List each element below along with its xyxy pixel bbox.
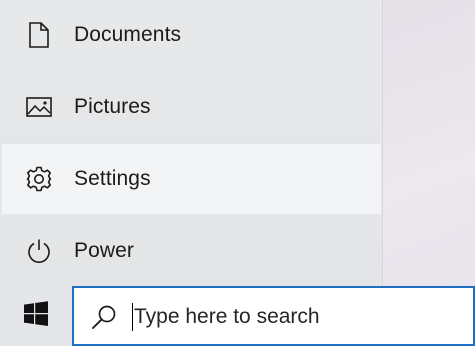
document-icon	[26, 22, 52, 48]
search-input[interactable]	[134, 300, 464, 334]
start-menu-item-label: Documents	[74, 23, 182, 46]
pictures-icon	[26, 94, 52, 120]
windows-logo-icon	[23, 300, 49, 332]
start-menu-item-settings[interactable]: Settings	[2, 144, 381, 214]
search-icon	[90, 303, 118, 331]
start-button[interactable]	[0, 286, 72, 346]
start-menu-item-pictures[interactable]: Pictures	[2, 72, 381, 142]
start-menu-item-documents[interactable]: Documents	[2, 0, 381, 70]
taskbar	[0, 286, 475, 346]
desktop-background	[383, 0, 475, 286]
taskbar-search-box[interactable]	[72, 286, 475, 346]
start-menu-item-label: Power	[74, 239, 135, 262]
start-menu-item-label: Pictures	[74, 95, 151, 118]
text-caret	[132, 303, 133, 331]
gear-icon	[26, 166, 52, 192]
start-menu: Documents Pictures Settings Power	[0, 0, 383, 286]
start-menu-item-label: Settings	[74, 167, 151, 190]
power-icon	[26, 238, 52, 264]
start-menu-item-power[interactable]: Power	[2, 216, 381, 286]
